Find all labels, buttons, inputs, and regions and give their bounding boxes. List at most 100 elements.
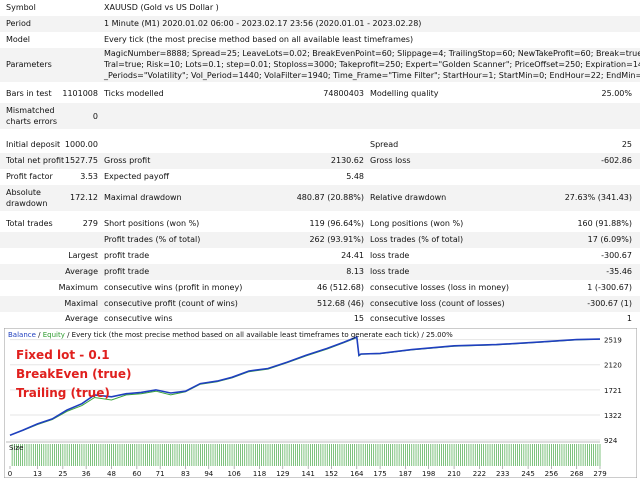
short-positions-label: Short positions (won %) [104, 219, 200, 228]
loss-trades-label: Loss trades (% of total) [370, 235, 464, 244]
total-trades-value: 279 [82, 219, 98, 228]
x-tick-label: 164 [350, 470, 364, 478]
largest-profit-label: profit trade [104, 251, 150, 260]
net-profit-row: Total net profit 1527.75 Gross profit 21… [0, 153, 640, 169]
x-tick-label: 152 [325, 470, 338, 478]
loss-trades-value: 17 (6.09%) [587, 235, 632, 244]
x-tick-label: 129 [276, 470, 289, 478]
gross-loss-value: -602.86 [601, 156, 632, 165]
symbol-value: XAUUSD (Gold vs US Dollar ) [104, 3, 219, 12]
x-tick-label: 13 [33, 470, 42, 478]
quality-label: Modelling quality [370, 89, 439, 98]
max-consecutive-wins-value: 46 (512.68) [317, 283, 364, 292]
spread-value: 25 [621, 140, 632, 149]
expected-payoff-value: 5.48 [346, 172, 364, 181]
balance-chart: Size 924 1322 1721 2120 2519 0 13 25 36 48 60 71 83… [3, 327, 638, 479]
mismatched-value: 0 [92, 112, 98, 121]
x-tick-label: 141 [301, 470, 314, 478]
x-tick-label: 60 [132, 470, 141, 478]
ticks-value: 74800403 [323, 89, 364, 98]
test-report: Symbol XAUUSD (Gold vs US Dollar ) Perio… [0, 0, 640, 326]
largest-loss-value: -300.67 [601, 251, 632, 260]
y-tick-label: 1721 [604, 387, 622, 395]
x-tick-label: 83 [181, 470, 190, 478]
total-trades-row: Total trades 279 Short positions (won %)… [0, 216, 640, 232]
bars-value: 1101008 [62, 89, 98, 98]
max-consecutive-losses-label: consecutive losses (loss in money) [370, 283, 510, 292]
model-value: Every tick (the most precise method base… [104, 35, 414, 44]
consecutive-profit-label: consecutive profit (count of wins) [104, 299, 238, 308]
consecutive-loss-value: -300.67 (1) [587, 299, 632, 308]
legend-separator: / [35, 331, 43, 339]
maximum-row: Maximum consecutive wins (profit in mone… [0, 280, 640, 296]
max-consecutive-losses-value: 1 (-300.67) [587, 283, 632, 292]
consecutive-loss-label: consecutive loss (count of losses) [370, 299, 505, 308]
annotation-breakeven: BreakEven (true) [16, 367, 132, 381]
average-label: Average [65, 267, 98, 276]
long-positions-label: Long positions (won %) [370, 219, 464, 228]
parameters-line-1: MagicNumber=8888; Spread=25; LeaveLots=0… [104, 49, 640, 58]
x-tick-label: 175 [373, 470, 386, 478]
x-tick-label: 233 [496, 470, 509, 478]
legend-equity: Equity [42, 331, 65, 339]
profit-trades-value: 262 (93.91%) [309, 235, 364, 244]
consecutive-profit-value: 512.68 (46) [317, 299, 364, 308]
gross-profit-label: Gross profit [104, 156, 151, 165]
maximal-drawdown-label: Maximal drawdown [104, 193, 182, 202]
average-row: Average profit trade 8.13 loss trade -35… [0, 264, 640, 280]
average-profit-label: profit trade [104, 267, 150, 276]
avg-consecutive-losses-value: 1 [626, 314, 632, 323]
x-tick-label: 118 [253, 470, 266, 478]
maximum-label: Maximum [58, 283, 98, 292]
net-profit-value: 1527.75 [64, 156, 98, 165]
period-value: 1 Minute (M1) 2020.01.02 06:00 - 2023.02… [104, 19, 422, 28]
x-tick-label: 222 [473, 470, 486, 478]
chart-legend: Balance / Equity / Every tick (the most … [8, 331, 453, 339]
quality-value: 25.00% [601, 89, 632, 98]
relative-drawdown-label: Relative drawdown [370, 193, 447, 202]
parameters-label: Parameters [6, 60, 52, 69]
profit-trades-row: Profit trades (% of total) 262 (93.91%) … [0, 232, 640, 248]
legend-balance: Balance [8, 331, 36, 339]
x-tick-label: 48 [107, 470, 116, 478]
parameters-line-2: Tral=true; Risk=10; Lots=0.1; step=0.01;… [104, 60, 640, 69]
parameters-line-3: _Periods="Volatility"; Vol_Period=1440; … [104, 71, 640, 80]
symbol-row: Symbol XAUUSD (Gold vs US Dollar ) [0, 0, 640, 16]
absolute-drawdown-label-1: Absolute [6, 188, 41, 197]
avg-consecutive-losses-label: consecutive losses [370, 314, 446, 323]
x-tick-label: 106 [227, 470, 241, 478]
y-tick-label: 2120 [604, 362, 622, 370]
x-tick-label: 94 [204, 470, 213, 478]
size-label: Size [9, 444, 23, 452]
average-consecutive-label: Average [65, 314, 98, 323]
average-consecutive-row: Average consecutive wins 15 consecutive … [0, 312, 640, 326]
x-tick-label: 268 [570, 470, 583, 478]
profit-factor-value: 3.53 [80, 172, 98, 181]
profit-factor-row: Profit factor 3.53 Expected payoff 5.48 [0, 169, 640, 185]
symbol-label: Symbol [6, 3, 36, 12]
spread-label: Spread [370, 140, 399, 149]
avg-consecutive-wins-value: 15 [353, 314, 364, 323]
annotation-fixed-lot: Fixed lot - 0.1 [16, 348, 110, 362]
y-tick-label: 924 [604, 437, 618, 445]
average-profit-value: 8.13 [346, 267, 364, 276]
legend-description: / Every tick (the most precise method ba… [64, 331, 453, 339]
short-positions-value: 119 (96.64%) [309, 219, 364, 228]
relative-drawdown-value: 27.63% (341.43) [564, 193, 632, 202]
x-tick-label: 36 [82, 470, 91, 478]
deposit-value: 1000.00 [64, 140, 98, 149]
annotation-trailing: Trailing (true) [16, 386, 110, 400]
maximal-row: Maximal consecutive profit (count of win… [0, 296, 640, 312]
largest-label: Largest [68, 251, 98, 260]
x-tick-label: 187 [399, 470, 412, 478]
bars-row: Bars in test 1101008 Ticks modelled 7480… [0, 86, 640, 102]
drawdown-row: Absolute drawdown 172.12 Maximal drawdow… [0, 185, 640, 211]
parameters-row: Parameters MagicNumber=8888; Spread=25; … [0, 48, 640, 82]
x-tick-label: 25 [58, 470, 67, 478]
model-label: Model [6, 35, 31, 44]
x-tick-label: 71 [156, 470, 165, 478]
y-tick-label: 1322 [604, 412, 622, 420]
expected-payoff-label: Expected payoff [104, 172, 169, 181]
mismatched-row: Mismatched charts errors 0 [0, 103, 640, 129]
period-row: Period 1 Minute (M1) 2020.01.02 06:00 - … [0, 16, 640, 32]
